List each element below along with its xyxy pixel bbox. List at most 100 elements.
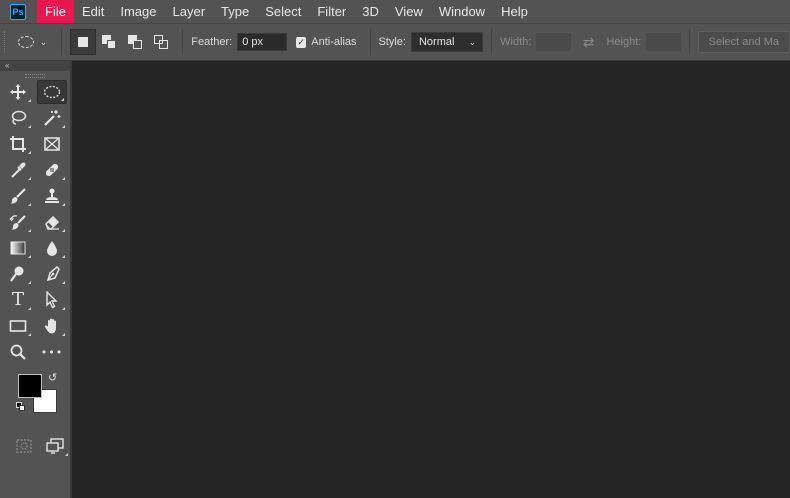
tool-preset-picker[interactable]: ⌄ [17,36,54,48]
clone-stamp-tool[interactable] [37,184,67,208]
bandage-icon [45,163,59,177]
divider [182,29,184,55]
history-brush-tool[interactable] [3,210,33,234]
menu-view[interactable]: View [387,0,431,23]
type-icon: T [11,289,24,310]
zoom-icon [10,344,26,360]
menu-layer[interactable]: Layer [165,0,214,23]
new-selection-button[interactable] [70,29,97,55]
lasso-tool[interactable] [3,106,33,130]
foreground-color-swatch[interactable] [18,374,42,398]
hand-icon [44,318,56,334]
quick-mask-button[interactable] [8,434,39,458]
divider [61,29,63,55]
options-bar-grip[interactable] [4,31,10,53]
subtract-from-selection-button[interactable] [122,29,148,55]
menu-3d[interactable]: 3D [354,0,387,23]
frame-tool[interactable] [37,132,67,156]
select-and-mask-button[interactable]: Select and Ma [697,31,790,53]
path-selection-tool[interactable] [37,288,67,312]
magic-wand-tool[interactable] [37,106,67,130]
color-swatches: ↺ [0,372,70,430]
stamp-icon [45,188,59,203]
tool-grid: T ••• [0,80,70,366]
ellipse-marquee-icon [17,36,34,48]
chevron-down-icon: ⌄ [468,36,477,47]
divider [688,29,690,55]
zoom-tool[interactable] [3,340,33,364]
add-selection-icon [102,35,117,49]
swap-width-height-icon[interactable]: ⇄ [583,34,595,51]
gradient-icon [10,241,26,255]
rectangle-tool[interactable] [3,314,33,338]
pen-tool[interactable] [37,262,67,286]
width-label: Width: [500,36,532,48]
eraser-icon [45,215,60,230]
blur-tool[interactable] [37,236,67,260]
style-select-value: Normal [418,36,455,48]
style-select[interactable]: Normal ⌄ [410,32,484,52]
photoshop-logo-icon: Ps [10,3,26,20]
move-icon [10,84,26,100]
feather-label: Feather: [191,36,233,48]
menu-edit[interactable]: Edit [74,0,112,23]
arrow-icon [46,291,58,309]
quick-mask-icon [15,439,32,453]
antialias-checkbox[interactable]: ✓ [295,36,307,48]
selection-mode-group [70,29,174,55]
frame-icon [44,137,60,151]
intersect-selection-icon [154,35,169,49]
healing-brush-tool[interactable] [37,158,67,182]
ellipse-marquee-icon [43,85,61,99]
menu-bar: Ps File Edit Image Layer Type Select Fil… [0,0,790,23]
new-selection-icon [78,37,89,47]
eyedropper-tool[interactable] [3,158,33,182]
menu-window[interactable]: Window [431,0,493,23]
intersect-selection-button[interactable] [148,29,174,55]
menu-type[interactable]: Type [213,0,257,23]
menu-image[interactable]: Image [112,0,164,23]
eraser-tool[interactable] [37,210,67,234]
history-brush-icon [9,215,26,230]
menu-select[interactable]: Select [257,0,309,23]
height-label: Height: [606,36,642,48]
dodge-tool[interactable] [3,262,33,286]
screen-mode-button[interactable] [39,434,70,458]
dodge-icon [10,266,24,282]
swap-colors-icon[interactable]: ↺ [48,371,57,384]
style-label: Style: [378,36,406,48]
type-tool[interactable]: T [3,288,33,312]
menu-help[interactable]: Help [493,0,536,23]
magic-wand-icon [44,110,61,126]
more-tools-button[interactable]: ••• [37,340,67,364]
gradient-tool[interactable] [3,236,33,260]
add-to-selection-button[interactable] [96,29,122,55]
bottom-tools [0,434,70,458]
brush-icon [10,188,26,204]
subtract-selection-icon [128,35,143,49]
options-bar: ⌄ Feather: 0 px ✓ Anti-alias Style: Norm… [0,23,790,61]
default-colors-icon[interactable] [16,402,26,412]
tools-panel: « T ••• ↺ [0,61,72,498]
chevron-down-icon: ⌄ [39,36,48,47]
width-input[interactable] [536,33,571,51]
crop-tool[interactable] [3,132,33,156]
divider [369,29,371,55]
panel-grip[interactable] [25,74,45,78]
move-tool[interactable] [3,80,33,104]
rectangle-icon [9,320,27,332]
menu-filter[interactable]: Filter [309,0,354,23]
eyedropper-icon [11,162,26,178]
brush-tool[interactable] [3,184,33,208]
divider [491,29,493,55]
screen-mode-icon [45,438,64,454]
feather-input[interactable]: 0 px [237,33,287,51]
more-icon: ••• [40,345,64,359]
hand-tool[interactable] [37,314,67,338]
document-canvas-area[interactable] [72,61,790,498]
height-input[interactable] [646,33,681,51]
menu-file[interactable]: File [37,0,74,23]
elliptical-marquee-tool[interactable] [37,80,67,104]
crop-icon [10,136,26,152]
collapse-panel-button[interactable]: « [0,61,70,71]
